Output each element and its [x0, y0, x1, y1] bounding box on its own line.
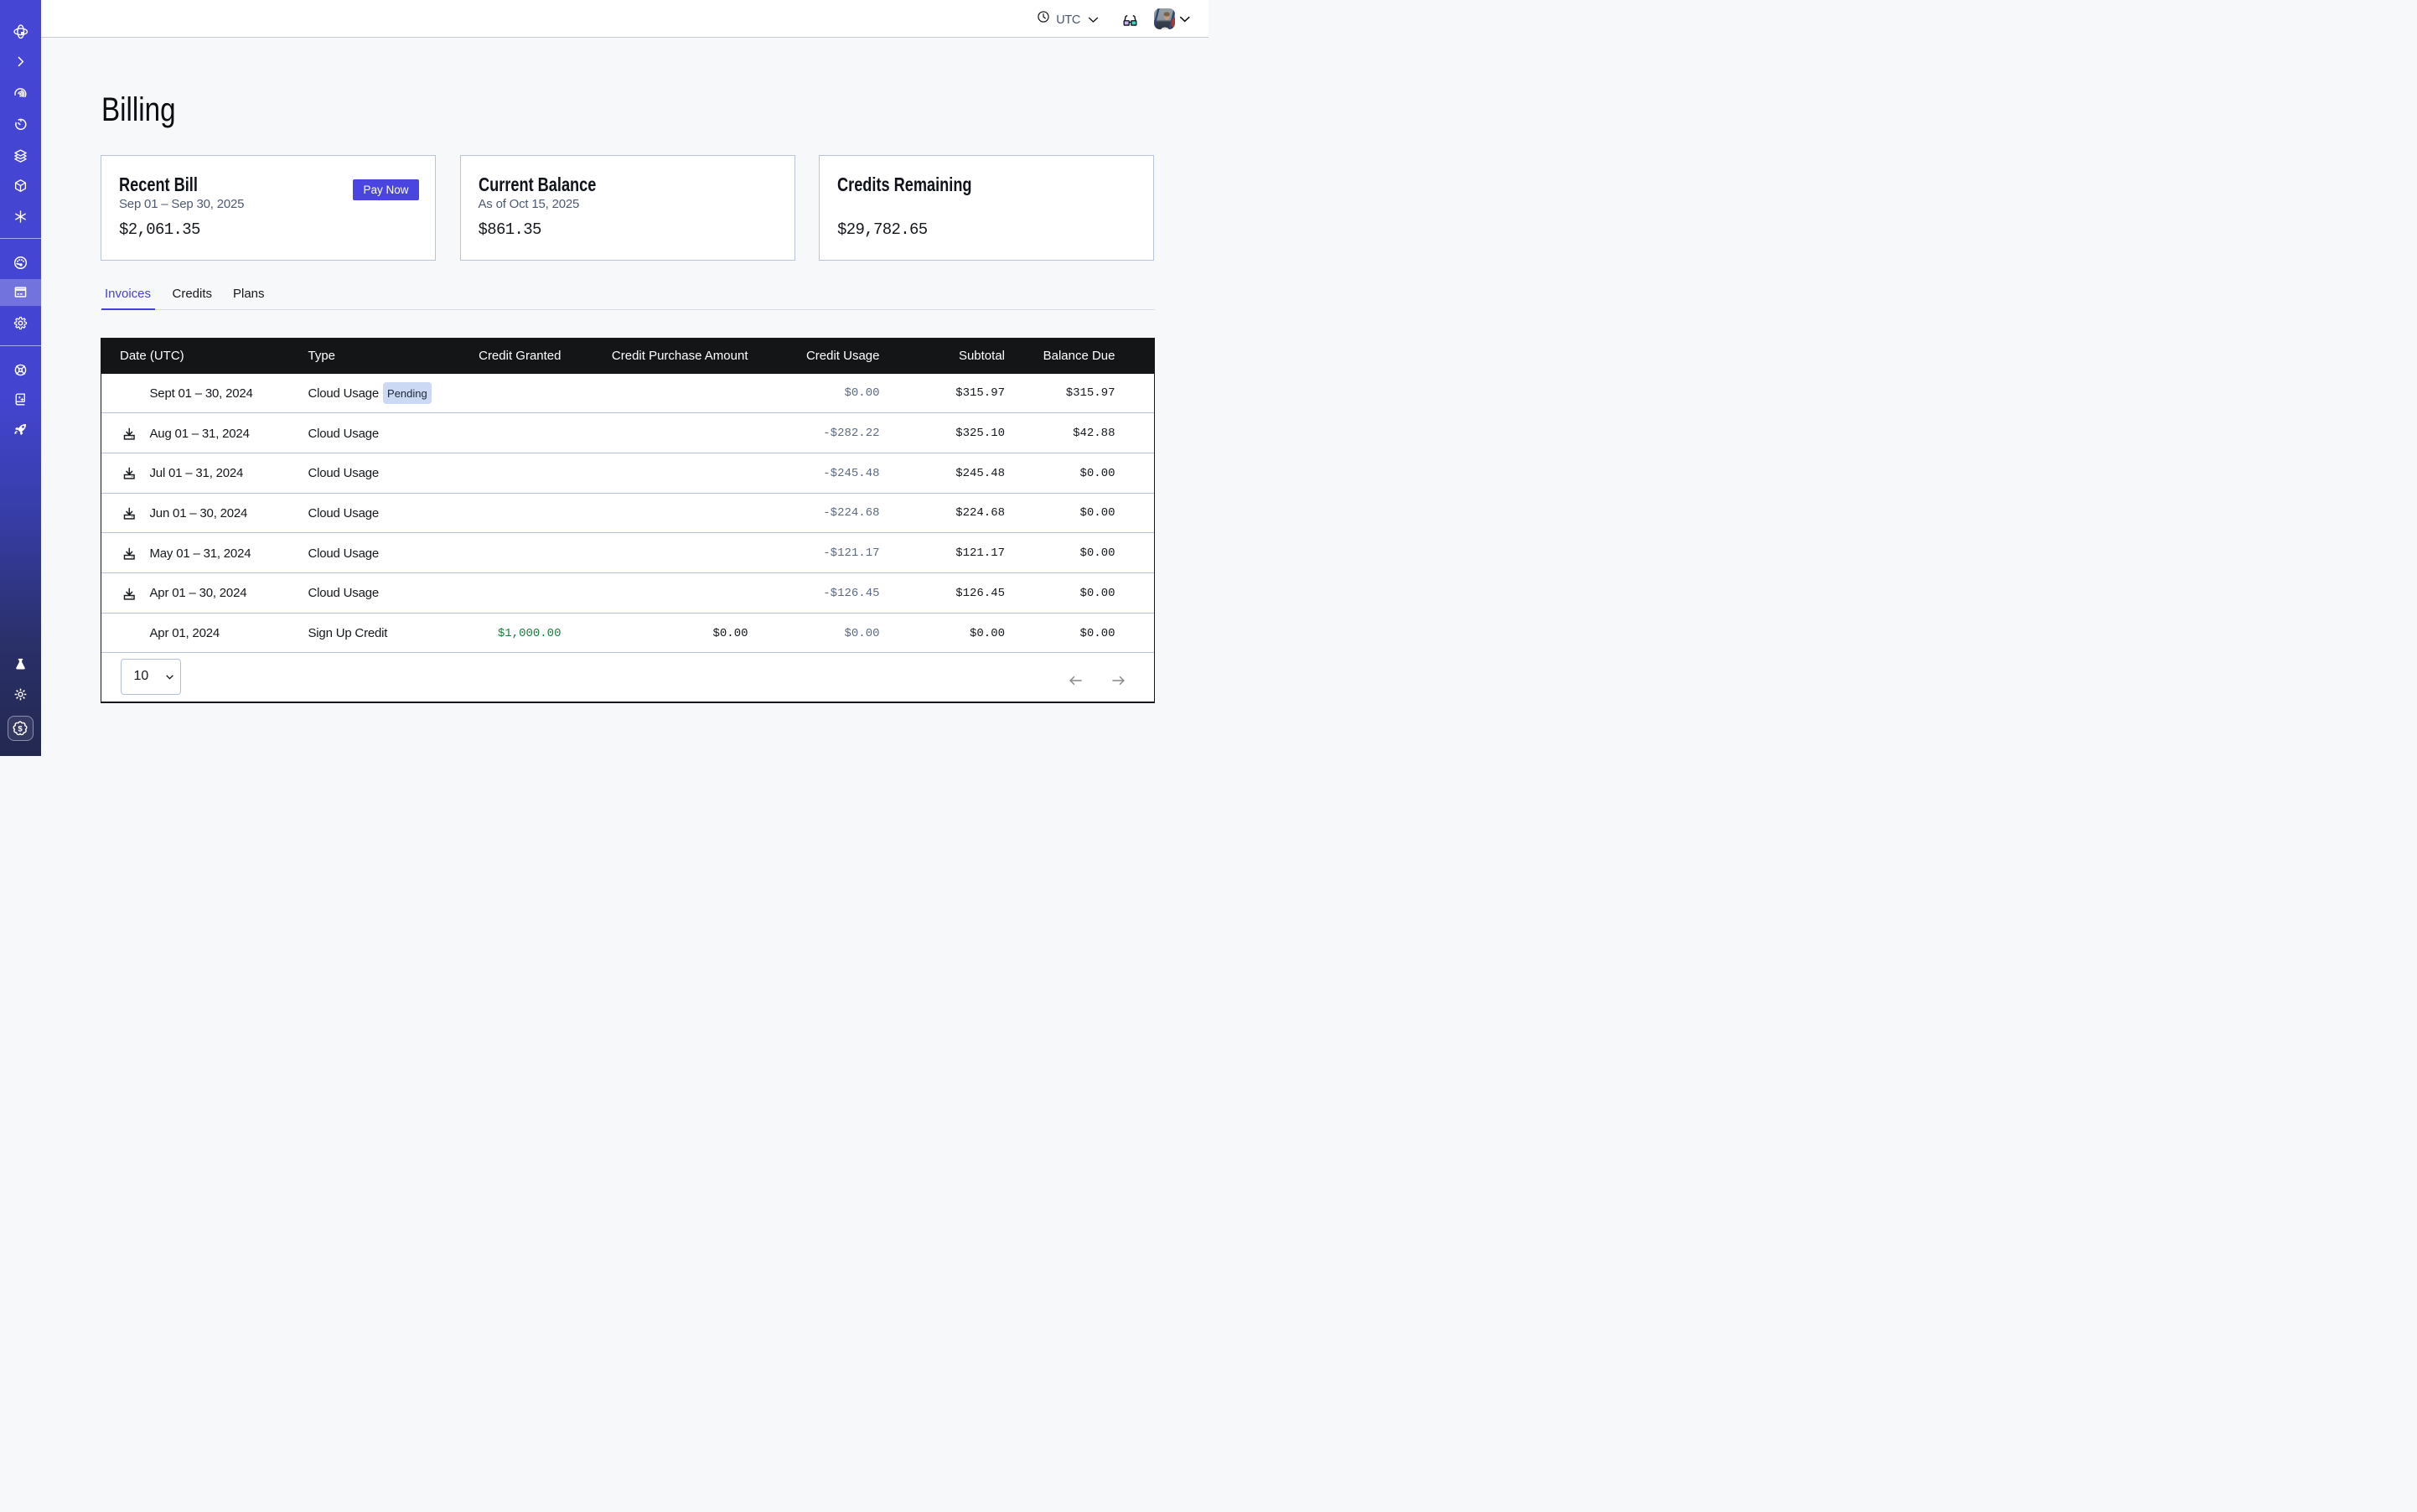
svg-text:$: $ [18, 725, 23, 734]
